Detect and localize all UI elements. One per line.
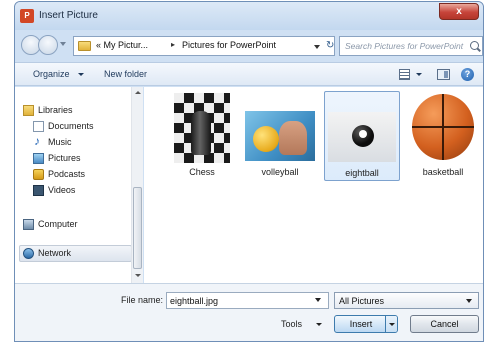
documents-icon	[33, 121, 44, 132]
file-type-select[interactable]: All Pictures	[334, 292, 479, 309]
sidebar-item-label: Computer	[38, 219, 78, 229]
eightball-thumbnail	[328, 112, 396, 162]
sidebar-item-label: Music	[48, 137, 72, 147]
folder-icon	[78, 41, 91, 51]
new-folder-button[interactable]: New folder	[104, 69, 147, 79]
close-button[interactable]: x	[439, 3, 479, 20]
search-placeholder: Search Pictures for PowerPoint	[345, 41, 464, 51]
volleyball-image	[253, 126, 279, 152]
file-item-eightball[interactable]: eightball	[324, 91, 400, 181]
file-list: Chess volleyball eightball basketball	[144, 87, 483, 283]
videos-icon	[33, 185, 44, 196]
sidebar-item-label: Documents	[48, 121, 94, 131]
volleyball-thumbnail	[245, 111, 315, 161]
help-icon[interactable]: ?	[461, 68, 474, 81]
file-label: eightball	[345, 168, 379, 178]
title-bar: P Insert Picture x	[15, 2, 483, 30]
insert-button[interactable]: Insert	[334, 315, 398, 333]
libraries-icon	[23, 105, 34, 116]
file-name-label: File name:	[121, 295, 164, 305]
file-item-volleyball[interactable]: volleyball	[242, 91, 318, 181]
file-item-basketball[interactable]: basketball	[405, 91, 481, 181]
insert-picture-dialog: P Insert Picture x « My Pictur... ▸ Pict…	[14, 1, 484, 342]
dialog-footer: File name: All Pictures Tools Insert Can…	[15, 283, 483, 341]
change-view-icon[interactable]	[399, 69, 410, 80]
recent-locations-dropdown[interactable]	[60, 42, 66, 46]
basketball-thumbnail	[412, 94, 474, 160]
network-icon	[23, 248, 34, 259]
music-icon	[33, 134, 44, 148]
organize-button[interactable]: Organize	[33, 69, 70, 79]
powerpoint-icon: P	[20, 9, 34, 23]
breadcrumb-separator-icon[interactable]: ▸	[171, 40, 175, 49]
basketball-seam	[412, 126, 474, 128]
nav-selection-highlight	[19, 245, 132, 262]
file-label: Chess	[189, 167, 215, 177]
file-item-chess[interactable]: Chess	[164, 91, 240, 181]
file-type-value: All Pictures	[339, 296, 385, 306]
chevron-down-icon	[466, 299, 472, 303]
cancel-button[interactable]: Cancel	[410, 315, 479, 333]
sidebar-item-label: Videos	[48, 185, 76, 195]
view-dropdown-icon[interactable]	[416, 73, 422, 76]
file-name-dropdown-icon[interactable]	[315, 298, 321, 302]
command-bar: Organize New folder ?	[15, 62, 483, 86]
search-icon[interactable]	[470, 41, 479, 50]
navigation-pane: Libraries Documents Music Pictures Podca…	[15, 87, 143, 283]
scroll-down-icon[interactable]	[135, 274, 141, 277]
address-dropdown-icon[interactable]	[314, 45, 320, 49]
forward-button[interactable]	[38, 35, 58, 55]
pictures-icon	[33, 153, 44, 164]
computer-icon	[23, 219, 34, 230]
tools-dropdown-icon[interactable]	[316, 323, 322, 326]
chess-piece-image	[191, 111, 211, 155]
file-label: basketball	[422, 167, 464, 177]
podcasts-icon	[33, 169, 44, 180]
file-name-input[interactable]	[166, 292, 329, 309]
sidebar-item-label: Libraries	[38, 105, 73, 115]
eightball-image	[352, 125, 374, 147]
chess-thumbnail	[174, 93, 230, 163]
file-label: volleyball	[261, 167, 299, 177]
scroll-thumb[interactable]	[133, 187, 142, 269]
sidebar-item-label: Podcasts	[48, 169, 86, 179]
navigation-scrollbar[interactable]	[131, 87, 143, 283]
sidebar-item-label: Pictures	[48, 153, 81, 163]
tools-button[interactable]: Tools	[281, 319, 302, 329]
address-row: « My Pictur... ▸ Pictures for PowerPoint…	[15, 32, 483, 62]
player-image	[279, 121, 307, 155]
search-input[interactable]: Search Pictures for PowerPoint	[339, 36, 483, 56]
refresh-icon[interactable]: ↻	[326, 38, 335, 54]
organize-dropdown-icon[interactable]	[78, 73, 84, 76]
dialog-title: Insert Picture	[39, 10, 98, 21]
breadcrumb-pictures-for-powerpoint[interactable]: Pictures for PowerPoint	[182, 40, 276, 50]
breadcrumb-my-pictures[interactable]: « My Pictur...	[96, 40, 148, 50]
insert-label: Insert	[349, 319, 373, 329]
address-bar[interactable]: « My Pictur... ▸ Pictures for PowerPoint…	[73, 36, 335, 56]
sidebar-item-label: Network	[38, 248, 72, 258]
preview-pane-icon[interactable]	[437, 69, 450, 80]
insert-options-dropdown[interactable]	[385, 316, 397, 332]
scroll-up-icon[interactable]	[135, 91, 141, 94]
